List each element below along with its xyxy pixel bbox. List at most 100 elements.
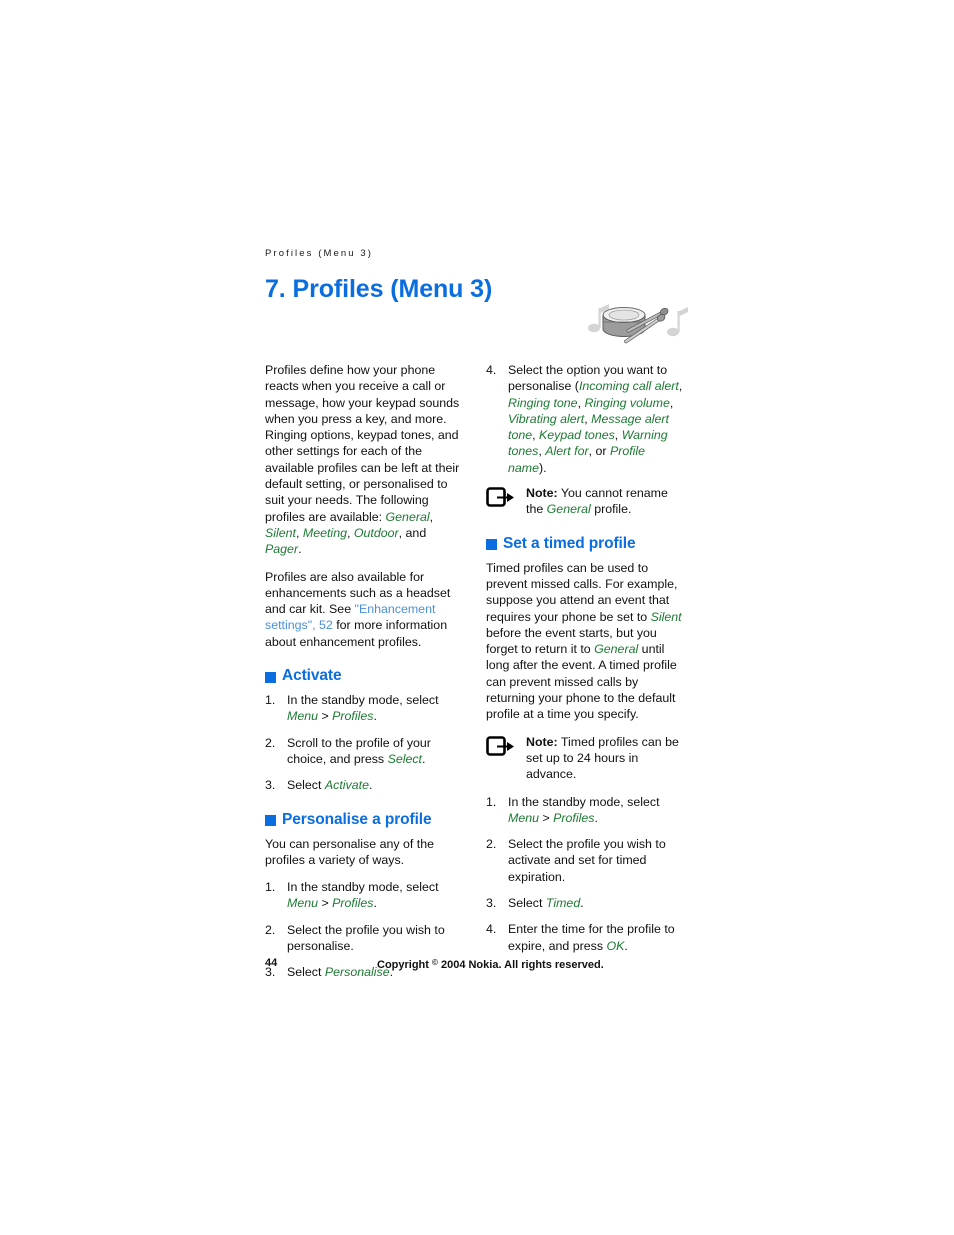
ui-term-menu: Menu [287,896,318,911]
chapter-title-row: 7. Profiles (Menu 3) [265,274,695,344]
sep: , [429,509,434,524]
copyright-post: 2004 Nokia. All rights reserved. [437,959,604,971]
list-item: 1. In the standby mode, select Menu > Pro… [486,794,683,827]
note-block-24-hours: Note: Timed profiles can be set up to 24… [486,734,683,783]
ui-term-activate: Activate [324,778,369,793]
section-heading-timed-profile: Set a timed profile [486,535,683,553]
ui-term-menu: Menu [508,810,539,825]
ui-term-ok: OK [606,938,625,953]
running-header: Profiles (Menu 3) [265,248,374,259]
profile-name-general: General [385,509,430,524]
section-heading-personalise: Personalise a profile [265,811,462,829]
step-period: . [624,938,628,953]
list-item: 4. Enter the time for the profile to expi… [486,921,683,954]
step-period: . [368,778,373,793]
note-text-cont: profile. [590,502,632,517]
step-text: Select the profile you wish to activate … [508,837,666,884]
step-number: 2. [265,922,276,937]
step-text: In the standby mode, select [287,693,439,708]
note-block-rename: Note: You cannot rename the General prof… [486,485,683,518]
step-sep: > [318,896,333,911]
option-ringing-volume: Ringing volume [584,395,670,410]
option-incoming-call-alert: Incoming call alert [578,379,679,394]
step-text: Select the profile you wish to personali… [287,922,445,954]
enhancements-paragraph: Profiles are also available for enhancem… [265,569,462,650]
copyright-pre: Copyright [377,959,432,971]
copyright-notice: Copyright © 2004 Nokia. All rights reser… [377,956,604,972]
timed-text: Timed profiles can be used to prevent mi… [486,560,678,624]
step-number: 4. [486,922,497,937]
page-number: 44 [265,957,278,969]
step-text: In the standby mode, select [287,880,439,895]
square-bullet-icon [265,815,276,827]
sep: , and [398,525,427,540]
step-period: . [373,896,377,911]
step-number: 1. [265,880,276,895]
step-number: 3. [486,896,497,911]
step-period: . [422,751,426,766]
step-number: 2. [486,837,497,852]
square-bullet-icon [265,671,276,683]
square-bullet-icon [486,539,497,551]
section-heading-activate: Activate [265,667,462,685]
list-item: 4. Select the option you want to personal… [486,363,683,475]
document-page: Profiles (Menu 3) 7. Profiles (Menu 3) P… [0,0,954,1235]
drum-and-drumsticks-illustration [588,304,688,344]
section-title-personalise: Personalise a profile [282,810,432,828]
step-sep: > [318,709,333,724]
sep: , [346,525,354,540]
two-column-body: Profiles define how your phone reacts wh… [265,362,695,981]
profile-name-outdoor: Outdoor [353,525,399,540]
intro-text: Profiles define how your phone reacts wh… [265,363,460,524]
profile-name-silent: Silent [265,525,296,540]
intro-paragraph: Profiles define how your phone reacts wh… [265,362,462,558]
profile-name-general: General [594,642,639,657]
ui-term-profiles: Profiles [332,896,374,911]
profile-name-general: General [546,502,591,517]
ui-term-menu: Menu [287,709,318,724]
personalise-intro: You can personalise any of the profiles … [265,836,435,867]
profile-name-meeting: Meeting [302,525,347,540]
option-ringing-tone: Ringing tone [508,395,578,410]
profile-name-pager: Pager [265,542,299,557]
activate-steps-list: 1. In the standby mode, select Menu > Pro… [265,692,462,793]
period: . [298,542,302,557]
sep: , [296,525,303,540]
note-pointer-icon [486,735,514,756]
ui-term-timed: Timed [545,896,581,911]
option-vibrating-alert: Vibrating alert [508,411,585,426]
step-number: 4. [486,363,497,377]
list-item: 2. Select the profile you wish to activat… [486,836,683,885]
section-title-activate: Activate [282,667,342,685]
timed-profile-steps-list: 1. In the standby mode, select Menu > Pro… [486,794,683,954]
step-text: Select [287,965,325,980]
list-item: 3. Select Timed. [486,895,683,911]
step-text: Enter the time for the profile to expire… [508,922,675,953]
or-separator: , or [588,444,610,459]
step-text: Select [287,778,325,793]
timed-profile-paragraph: Timed profiles can be used to prevent mi… [486,560,683,723]
note-pointer-icon [486,487,514,507]
ui-term-profiles: Profiles [553,810,595,825]
step-number: 1. [486,794,497,809]
list-item: 1. In the standby mode, select Menu > Pro… [265,879,462,912]
personalise-steps-continued: 4. Select the option you want to personal… [486,362,683,476]
step-text: In the standby mode, select [508,794,660,809]
list-item: 2. Scroll to the profile of your choice, … [265,735,462,768]
note-label: Note: [526,734,558,749]
left-column: Profiles define how your phone reacts wh… [265,362,462,981]
step-period: . [373,709,377,724]
profile-name-silent: Silent [650,609,682,624]
right-column: 4. Select the option you want to personal… [486,362,683,981]
list-item: 2. Select the profile you wish to persona… [265,922,462,955]
step-text: Select [508,896,546,911]
closing-paren: ). [539,460,547,475]
section-title-timed-profile: Set a timed profile [503,534,636,552]
step-number: 1. [265,693,276,708]
step-number: 3. [265,778,276,793]
option-keypad-tones: Keypad tones [539,428,615,443]
step-number: 2. [265,735,276,750]
step-sep: > [539,810,554,825]
list-item: 1. In the standby mode, select Menu > Pro… [265,692,462,725]
list-item: 3. Select Activate. [265,777,462,793]
